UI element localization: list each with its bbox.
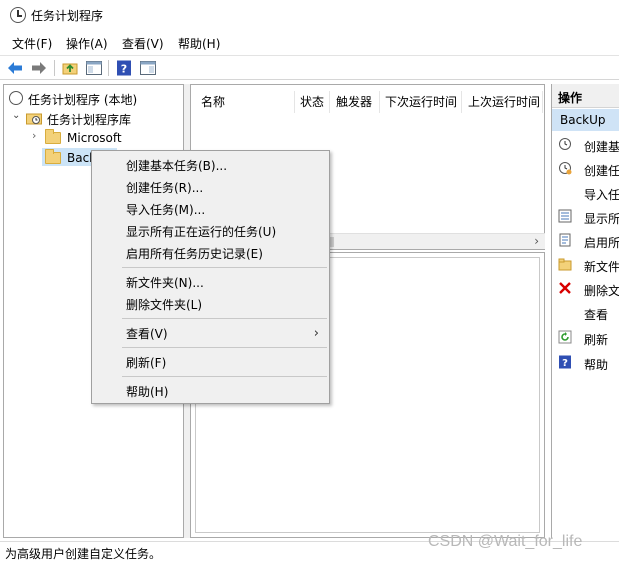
column-last-run[interactable]: 上次运行时间 xyxy=(468,93,540,110)
action-help[interactable]: ? 帮助 xyxy=(552,352,619,374)
action-label: 显示所 xyxy=(584,212,619,226)
column-status[interactable]: 状态 xyxy=(300,93,324,110)
delete-x-icon xyxy=(559,282,571,294)
tree-library[interactable]: 任务计划程序库 xyxy=(47,111,131,128)
action-label: 创建基 xyxy=(584,140,619,154)
action-show-running[interactable]: 显示所 xyxy=(552,206,619,228)
action-new-folder[interactable]: 新文件 xyxy=(552,254,619,276)
action-label: 查看 xyxy=(584,308,609,322)
menu-item-view[interactable]: 查看(V) xyxy=(126,325,168,342)
actions-selected-folder[interactable]: BackUp xyxy=(552,109,619,131)
library-folder-icon xyxy=(26,111,42,125)
action-label: 删除文 xyxy=(584,284,619,298)
show-hide-console-tree-icon[interactable] xyxy=(85,59,103,77)
forward-arrow-icon[interactable] xyxy=(30,59,48,77)
context-menu: 创建基本任务(B)... 创建任务(R)... 导入任务(M)... 显示所有正… xyxy=(91,150,330,404)
action-label: 新文件 xyxy=(584,260,619,274)
menu-item-create-basic-task[interactable]: 创建基本任务(B)... xyxy=(126,157,227,174)
scroll-right-icon[interactable]: › xyxy=(534,234,539,248)
folder-icon xyxy=(45,129,61,144)
history-icon xyxy=(559,233,571,247)
action-create-basic-task[interactable]: 创建基 xyxy=(552,134,619,156)
menu-separator xyxy=(122,376,327,377)
list-icon xyxy=(558,209,572,223)
action-label: 创建任 xyxy=(584,164,619,178)
action-label: 导入任 xyxy=(584,188,619,202)
menu-separator xyxy=(122,347,327,348)
action-create-task[interactable]: 创建任 xyxy=(552,158,619,180)
menu-separator xyxy=(122,267,327,268)
up-folder-icon[interactable] xyxy=(61,59,79,77)
status-text: 为高级用户创建自定义任务。 xyxy=(5,547,162,561)
column-next-run[interactable]: 下次运行时间 xyxy=(385,93,457,110)
menu-view[interactable]: 查看(V) xyxy=(122,35,164,52)
menu-item-import-task[interactable]: 导入任务(M)... xyxy=(126,201,205,218)
back-arrow-icon[interactable] xyxy=(6,59,24,77)
actions-pane: 操作 BackUp 创建基 创建任 导入任 显示所 启用所 新文件 删除文 查看… xyxy=(551,84,619,538)
menu-separator xyxy=(122,318,327,319)
help-icon[interactable]: ? xyxy=(115,59,133,77)
action-label: 刷新 xyxy=(584,333,609,347)
action-label: 帮助 xyxy=(584,358,609,372)
task-scheduler-clock-icon xyxy=(10,7,26,23)
menu-action[interactable]: 操作(A) xyxy=(66,35,108,52)
help-icon: ? xyxy=(559,355,571,369)
menu-file[interactable]: 文件(F) xyxy=(12,35,52,52)
column-name[interactable]: 名称 xyxy=(201,93,225,110)
menu-item-delete-folder[interactable]: 删除文件夹(L) xyxy=(126,296,202,313)
chevron-right-icon[interactable]: › xyxy=(32,129,36,142)
menu-item-help[interactable]: 帮助(H) xyxy=(126,383,168,400)
menu-item-enable-history[interactable]: 启用所有任务历史记录(E) xyxy=(126,245,263,262)
submenu-arrow-icon: › xyxy=(313,326,319,341)
clock-icon xyxy=(9,91,23,105)
menu-bar: 文件(F) 操作(A) 查看(V) 帮助(H) xyxy=(0,32,619,52)
toolbar: ? xyxy=(0,55,619,80)
action-refresh[interactable]: 刷新 xyxy=(552,327,619,349)
action-enable-history[interactable]: 启用所 xyxy=(552,230,619,252)
tree-root-local[interactable]: 任务计划程序 (本地) xyxy=(28,91,137,108)
svg-text:?: ? xyxy=(121,63,127,76)
menu-item-create-task[interactable]: 创建任务(R)... xyxy=(126,179,203,196)
watermark-text: CSDN @Wait_for_life xyxy=(428,533,583,550)
folder-icon xyxy=(45,149,61,164)
title-bar: 任务计划程序 xyxy=(0,0,619,30)
show-action-pane-icon[interactable] xyxy=(139,59,157,77)
menu-item-refresh[interactable]: 刷新(F) xyxy=(126,354,166,371)
window-title: 任务计划程序 xyxy=(31,9,104,23)
column-trigger[interactable]: 触发器 xyxy=(336,93,372,110)
refresh-icon xyxy=(558,330,572,344)
tree-folder-microsoft[interactable]: Microsoft xyxy=(67,131,122,145)
action-import-task[interactable]: 导入任 xyxy=(552,182,619,204)
svg-text:?: ? xyxy=(562,358,568,369)
action-view[interactable]: 查看 xyxy=(552,302,619,324)
chevron-down-icon[interactable]: ⌄ xyxy=(12,110,20,121)
menu-item-show-running[interactable]: 显示所有正在运行的任务(U) xyxy=(126,223,276,240)
menu-item-new-folder[interactable]: 新文件夹(N)... xyxy=(126,274,204,291)
menu-help[interactable]: 帮助(H) xyxy=(178,35,220,52)
actions-header: 操作 xyxy=(552,84,619,108)
action-delete-folder[interactable]: 删除文 xyxy=(552,278,619,300)
action-label: 启用所 xyxy=(584,236,619,250)
clock-icon xyxy=(559,138,571,150)
clock-gear-icon xyxy=(559,162,572,175)
folder-icon xyxy=(558,258,572,271)
